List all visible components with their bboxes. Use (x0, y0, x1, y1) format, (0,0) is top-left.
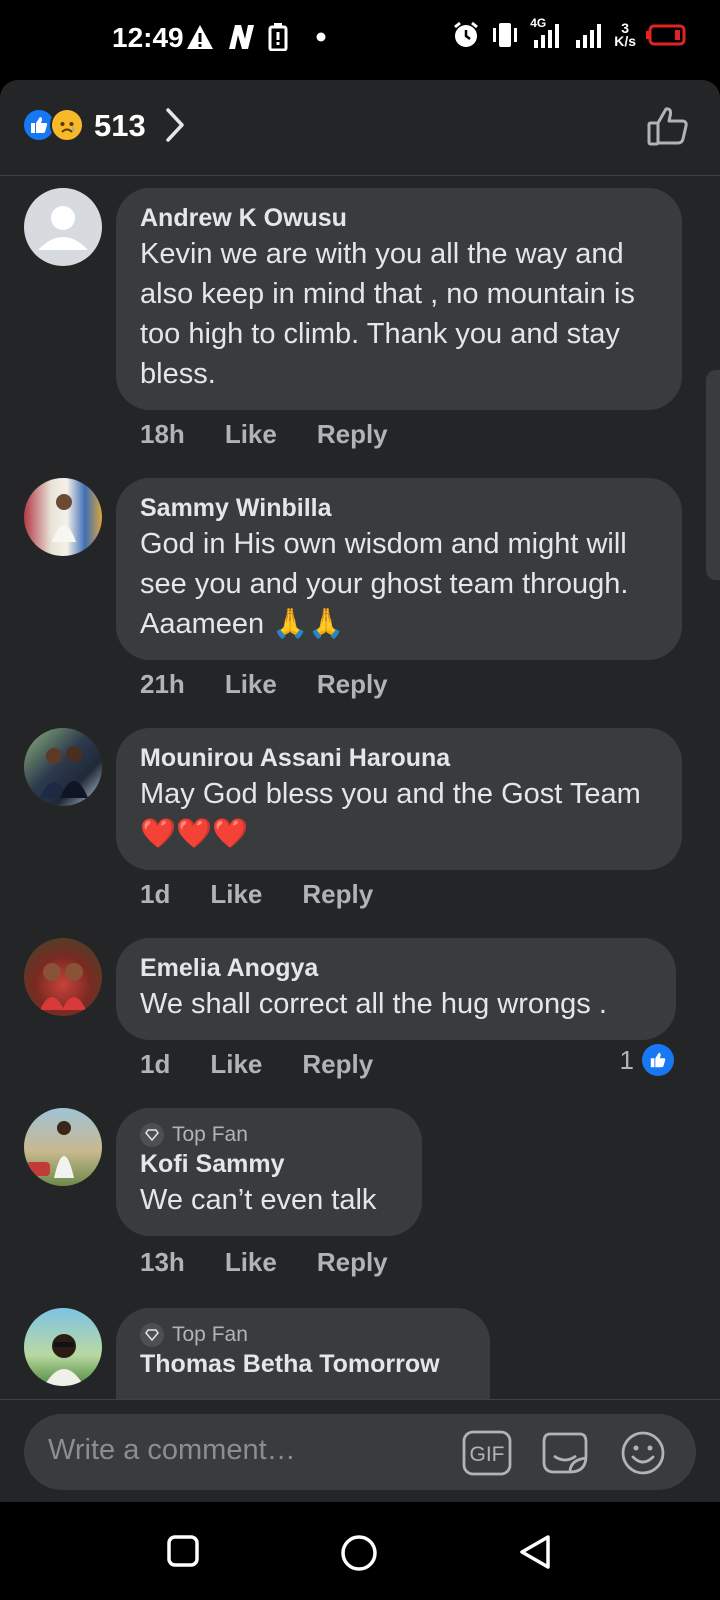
comment-time: 13h (140, 1247, 185, 1277)
comment-bubble[interactable]: Top Fan Kofi Sammy We can’t even talk (116, 1108, 422, 1236)
top-fan-label: Top Fan (172, 1123, 248, 1146)
like-link[interactable]: Like (225, 668, 277, 700)
comment-actions: 18h Like Reply (140, 418, 388, 450)
reply-link[interactable]: Reply (317, 1246, 388, 1278)
avatar[interactable] (24, 938, 102, 1016)
vibrate-icon (490, 20, 520, 50)
status-time: 12:49 (112, 22, 184, 53)
comment-input-placeholder: Write a comment… (48, 1434, 296, 1466)
alarm-icon (452, 20, 480, 50)
avatar[interactable] (24, 728, 102, 806)
comments-list[interactable]: Andrew K Owusu Kevin we are with you all… (0, 176, 720, 1479)
reaction-icons[interactable] (22, 108, 84, 142)
avatar[interactable] (24, 478, 102, 556)
n-app-icon (226, 22, 256, 52)
signal-icon (574, 20, 604, 50)
gif-icon[interactable]: GIF (462, 1430, 512, 1481)
comment-text: Kevin we are with you all the way and al… (140, 238, 635, 390)
comment-like-count[interactable]: 1 (620, 1044, 674, 1076)
nav-back-icon[interactable] (518, 1534, 552, 1575)
gif-label: GIF (470, 1443, 505, 1466)
status-icons-right: 4G 3 K/s (452, 16, 686, 50)
comment-text: We shall correct all the hug wrongs . (140, 988, 607, 1020)
person-photo-icon (44, 1334, 84, 1386)
comment-input[interactable]: Write a comment… GIF (24, 1414, 696, 1490)
comment-actions: 1d Like Reply (140, 1048, 373, 1080)
status-bar: 12:49 4G 3 K/s (0, 0, 720, 80)
like-count-value: 1 (619, 1044, 634, 1075)
comment-composer: Write a comment… GIF (0, 1399, 720, 1503)
data-speed-unit: K/s (614, 33, 636, 49)
scroll-handle[interactable] (706, 370, 720, 580)
like-link[interactable]: Like (210, 878, 262, 910)
reply-link[interactable]: Reply (302, 878, 373, 910)
comment-time: 18h (140, 419, 185, 449)
network-type: 4G (530, 16, 547, 30)
emoji-icon[interactable] (620, 1430, 666, 1481)
reactions-header: 513 (0, 80, 720, 176)
comment-text: God in His own wisdom and might will see… (140, 528, 629, 640)
reply-link[interactable]: Reply (302, 1048, 373, 1080)
battery-saver-icon (268, 22, 288, 52)
comment-author[interactable]: Kofi Sammy (140, 1148, 398, 1180)
nav-recents-icon[interactable] (166, 1534, 200, 1573)
comment-text: May God bless you and the Gost Team ❤️❤️… (140, 778, 641, 850)
comment-actions: 13h Like Reply (140, 1246, 388, 1278)
reply-link[interactable]: Reply (317, 668, 388, 700)
top-fan-badge: Top Fan (140, 1122, 398, 1148)
system-nav-bar (0, 1502, 720, 1600)
comment-author[interactable]: Thomas Betha Tomorrow (140, 1348, 466, 1380)
sticker-icon[interactable] (540, 1430, 590, 1481)
chevron-right-icon[interactable] (164, 106, 186, 149)
nav-home-icon[interactable] (340, 1534, 378, 1577)
avatar[interactable] (24, 1108, 102, 1186)
top-fan-badge: Top Fan (140, 1322, 466, 1348)
default-avatar-icon (38, 206, 88, 250)
person-photo-icon (52, 494, 76, 542)
comment-author[interactable]: Sammy Winbilla (140, 492, 658, 524)
data-speed: 3 K/s (614, 20, 636, 50)
notification-dot-icon (316, 22, 326, 52)
comment-author[interactable]: Emelia Anogya (140, 952, 652, 984)
person-photo-icon (26, 1121, 74, 1178)
like-link[interactable]: Like (210, 1048, 262, 1080)
comment-bubble[interactable]: Sammy Winbilla God in His own wisdom and… (116, 478, 682, 660)
thumbs-up-icon[interactable] (646, 104, 690, 153)
battery-icon (646, 20, 686, 50)
avatar[interactable] (24, 188, 102, 266)
avatar[interactable] (24, 1308, 102, 1386)
comment-author[interactable]: Andrew K Owusu (140, 202, 658, 234)
like-reaction-icon (642, 1044, 674, 1076)
comment-bubble[interactable]: Emelia Anogya We shall correct all the h… (116, 938, 676, 1040)
like-link[interactable]: Like (225, 418, 277, 450)
person-photo-icon (40, 746, 88, 798)
diamond-icon (140, 1123, 164, 1147)
like-link[interactable]: Like (225, 1246, 277, 1278)
comment-actions: 21h Like Reply (140, 668, 388, 700)
comment-bubble[interactable]: Andrew K Owusu Kevin we are with you all… (116, 188, 682, 410)
reply-link[interactable]: Reply (317, 418, 388, 450)
reaction-count[interactable]: 513 (94, 108, 146, 144)
top-fan-label: Top Fan (172, 1323, 248, 1346)
comments-panel: 513 Andrew K Owusu Kevin we are with you… (0, 80, 720, 1502)
sad-reaction-icon (50, 108, 84, 142)
warning-icon (186, 22, 214, 52)
comment-actions: 1d Like Reply (140, 878, 373, 910)
person-photo-icon (40, 963, 86, 1010)
comment-time: 21h (140, 669, 185, 699)
comment-time: 1d (140, 879, 171, 909)
comment-time: 1d (140, 1049, 171, 1079)
status-icons-left (186, 22, 326, 52)
comment-author[interactable]: Mounirou Assani Harouna (140, 742, 658, 774)
diamond-icon (140, 1323, 164, 1347)
signal-4g-icon: 4G (530, 16, 564, 50)
comment-text: We can’t even talk (140, 1184, 377, 1216)
comment-bubble[interactable]: Mounirou Assani Harouna May God bless yo… (116, 728, 682, 870)
